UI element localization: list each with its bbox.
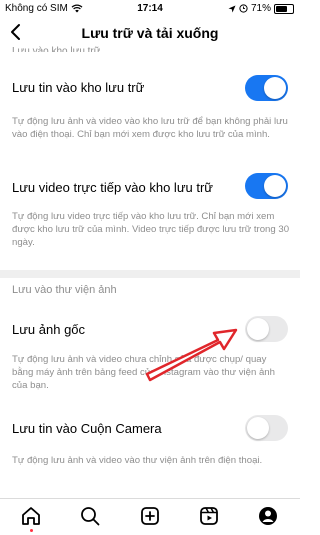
bottom-tab-bar xyxy=(0,498,300,535)
toggle-knob xyxy=(247,318,269,340)
home-icon[interactable] xyxy=(20,505,42,527)
reels-icon[interactable] xyxy=(198,505,220,527)
save-live-archive-description: Tự động lưu video trực tiếp vào kho lưu … xyxy=(12,211,290,248)
battery-level xyxy=(276,5,288,12)
notification-dot xyxy=(30,529,33,532)
save-original-photos-toggle[interactable] xyxy=(245,316,288,342)
location-arrow-icon xyxy=(228,5,236,12)
save-story-camera-roll-label: Lưu tin vào Cuộn Camera xyxy=(12,421,162,436)
save-story-camera-roll-description: Tự động lưu ảnh và video vào thư viện ản… xyxy=(12,455,263,466)
create-icon[interactable] xyxy=(139,505,161,527)
status-right: 71% xyxy=(228,3,294,14)
save-story-archive-description: Tự động lưu ảnh và video vào kho lưu trữ… xyxy=(12,116,288,140)
profile-icon[interactable] xyxy=(257,505,279,527)
page-title: Lưu trữ và tải xuống xyxy=(81,25,219,41)
save-original-photos-description: Tự động lưu ảnh và video chưa chỉnh sửa … xyxy=(12,354,275,391)
alarm-icon xyxy=(239,4,248,13)
section-divider xyxy=(0,270,300,278)
search-icon[interactable] xyxy=(79,505,101,527)
battery-icon xyxy=(274,3,294,14)
battery-percent: 71% xyxy=(250,3,271,14)
save-story-camera-roll-toggle[interactable] xyxy=(245,415,288,441)
save-original-photos-label: Lưu ảnh gốc xyxy=(12,322,86,337)
toggle-knob xyxy=(264,77,286,99)
status-bar: Không có SIM 17:14 71% xyxy=(0,0,300,18)
save-story-archive-label: Lưu tin vào kho lưu trữ xyxy=(12,80,145,95)
save-story-archive-toggle[interactable] xyxy=(245,75,288,101)
toggle-knob xyxy=(264,175,286,197)
save-live-archive-toggle[interactable] xyxy=(245,173,288,199)
section-title-gallery: Lưu vào thư viện ảnh xyxy=(12,284,117,296)
toggle-knob xyxy=(247,417,269,439)
section-title-archive: Lưu vào kho lưu trữ xyxy=(12,46,101,52)
save-live-archive-label: Lưu video trực tiếp vào kho lưu trữ xyxy=(12,180,214,195)
